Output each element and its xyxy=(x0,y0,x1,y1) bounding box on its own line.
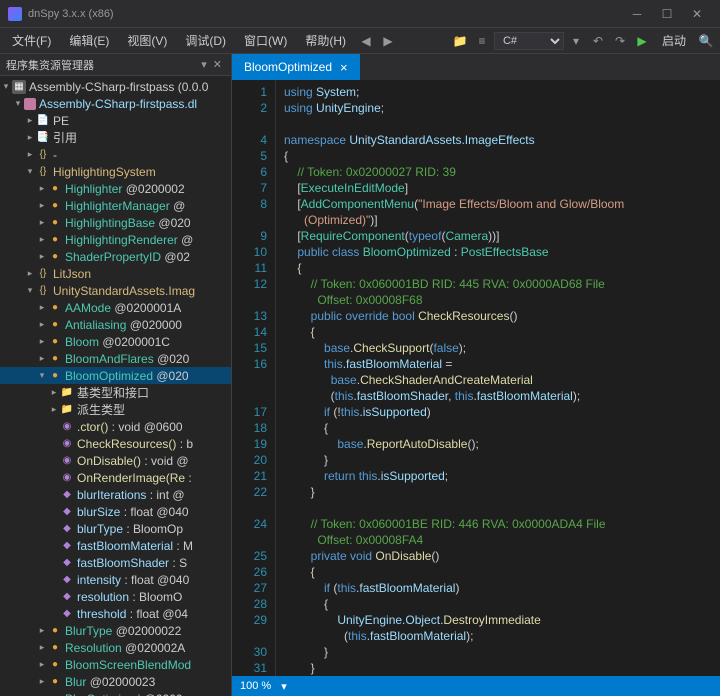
tree-node[interactable]: ◆fastBloomMaterial : M xyxy=(0,537,231,554)
redo-icon[interactable]: ↷ xyxy=(610,31,630,51)
tree-node[interactable]: ▸●BloomScreenBlendMod xyxy=(0,656,231,673)
zoom-level[interactable]: 100 % xyxy=(240,680,271,692)
tree-view[interactable]: ▾▦Assembly-CSharp-firstpass (0.0.0▾Assem… xyxy=(0,76,231,696)
panel-close-icon[interactable]: ✕ xyxy=(210,58,225,71)
close-button[interactable]: ✕ xyxy=(682,4,712,24)
tab-label: BloomOptimized xyxy=(244,60,332,74)
undo-icon[interactable]: ↶ xyxy=(588,31,608,51)
tree-node[interactable]: ▸●AAMode @0200001A xyxy=(0,299,231,316)
titlebar: dnSpy 3.x.x (x86) ─ ☐ ✕ xyxy=(0,0,720,28)
tree-node[interactable]: ◆blurIterations : int @ xyxy=(0,486,231,503)
tree-node[interactable]: ▸{}LitJson xyxy=(0,265,231,282)
assembly-explorer: 程序集资源管理器 ▾ ✕ ▾▦Assembly-CSharp-firstpass… xyxy=(0,54,232,696)
tab-close-icon[interactable]: × xyxy=(340,60,348,75)
tree-node[interactable]: ▸📁派生类型 xyxy=(0,401,231,418)
tree-node[interactable]: ▾{}UnityStandardAssets.Imag xyxy=(0,282,231,299)
menu-debug[interactable]: 调试(D) xyxy=(177,29,234,52)
app-logo xyxy=(8,7,22,21)
maximize-button[interactable]: ☐ xyxy=(652,4,682,24)
menu-window[interactable]: 窗口(W) xyxy=(236,29,295,52)
tree-node[interactable]: ▸●BloomAndFlares @020 xyxy=(0,350,231,367)
panel-dropdown-icon[interactable]: ▾ xyxy=(198,58,210,71)
line-numbers: 1245678910111213141516171819202122242526… xyxy=(232,80,276,676)
tree-node[interactable]: ◉CheckResources() : b xyxy=(0,435,231,452)
tree-node[interactable]: ▸●Bloom @0200001C xyxy=(0,333,231,350)
menubar: 文件(F) 编辑(E) 视图(V) 调试(D) 窗口(W) 帮助(H) ◀ ▶ … xyxy=(0,28,720,54)
list-icon[interactable]: ≡ xyxy=(472,31,492,51)
tree-node[interactable]: ◆blurType : BloomOp xyxy=(0,520,231,537)
tree-node[interactable]: ▸●Resolution @020002A xyxy=(0,639,231,656)
dropdown-icon[interactable]: ▾ xyxy=(566,31,586,51)
tree-node[interactable]: ▸●Highlighter @0200002 xyxy=(0,180,231,197)
tree-node[interactable]: ◉OnDisable() : void @ xyxy=(0,452,231,469)
menu-edit[interactable]: 编辑(E) xyxy=(61,29,117,52)
menu-view[interactable]: 视图(V) xyxy=(119,29,175,52)
tree-node[interactable]: ▸{}- xyxy=(0,146,231,163)
code-editor: BloomOptimized × 12456789101112131415161… xyxy=(232,54,720,696)
window-title: dnSpy 3.x.x (x86) xyxy=(28,8,622,20)
nav-back-icon[interactable]: ◀ xyxy=(356,31,376,51)
nav-fwd-icon[interactable]: ▶ xyxy=(378,31,398,51)
menu-help[interactable]: 帮助(H) xyxy=(297,29,354,52)
tree-node[interactable]: ◆fastBloomShader : S xyxy=(0,554,231,571)
tab-bloom-optimized[interactable]: BloomOptimized × xyxy=(232,54,360,80)
tree-node[interactable]: ▸📑引用 xyxy=(0,129,231,146)
tree-node[interactable]: ▾●BloomOptimized @020 xyxy=(0,367,231,384)
main-area: 程序集资源管理器 ▾ ✕ ▾▦Assembly-CSharp-firstpass… xyxy=(0,54,720,696)
panel-title-text: 程序集资源管理器 xyxy=(6,57,198,73)
language-select[interactable]: C# xyxy=(494,32,564,50)
tree-node[interactable]: ▸●BlurType @02000022 xyxy=(0,622,231,639)
tab-bar: BloomOptimized × xyxy=(232,54,720,80)
tree-node[interactable]: ▸●ShaderPropertyID @02 xyxy=(0,248,231,265)
tree-node[interactable]: ◆resolution : BloomO xyxy=(0,588,231,605)
tree-node[interactable]: ◆threshold : float @04 xyxy=(0,605,231,622)
statusbar: 100 % ▾ xyxy=(232,676,720,696)
code-area[interactable]: 1245678910111213141516171819202122242526… xyxy=(232,80,720,676)
tree-node[interactable]: ▸📄PE xyxy=(0,112,231,129)
tree-node[interactable]: ◆blurSize : float @040 xyxy=(0,503,231,520)
tree-node[interactable]: ▾▦Assembly-CSharp-firstpass (0.0.0 xyxy=(0,78,231,95)
tree-node[interactable]: ▸●HighlighterManager @ xyxy=(0,197,231,214)
tree-node[interactable]: ◆intensity : float @040 xyxy=(0,571,231,588)
zoom-dropdown-icon[interactable]: ▾ xyxy=(281,680,287,693)
search-icon[interactable]: 🔍 xyxy=(696,31,716,51)
tree-node[interactable]: ▸●BlurOptimized @0200 xyxy=(0,690,231,696)
source-text[interactable]: using System;using UnityEngine; namespac… xyxy=(276,80,720,676)
folder-open-icon[interactable]: 📁 xyxy=(450,31,470,51)
tree-node[interactable]: ▸●HighlightingRenderer @ xyxy=(0,231,231,248)
tree-node[interactable]: ◉OnRenderImage(Re : xyxy=(0,469,231,486)
tree-node[interactable]: ▾{}HighlightingSystem xyxy=(0,163,231,180)
play-icon[interactable]: ▶ xyxy=(632,31,652,51)
tree-node[interactable]: ▸📁基类型和接口 xyxy=(0,384,231,401)
tree-node[interactable]: ◉.ctor() : void @0600 xyxy=(0,418,231,435)
run-button[interactable]: 启动 xyxy=(654,29,694,52)
minimize-button[interactable]: ─ xyxy=(622,4,652,24)
tree-node[interactable]: ▸●HighlightingBase @020 xyxy=(0,214,231,231)
tree-node[interactable]: ▸●Antialiasing @020000 xyxy=(0,316,231,333)
tree-node[interactable]: ▸●Blur @02000023 xyxy=(0,673,231,690)
tree-node[interactable]: ▾Assembly-CSharp-firstpass.dl xyxy=(0,95,231,112)
panel-header: 程序集资源管理器 ▾ ✕ xyxy=(0,54,231,76)
menu-file[interactable]: 文件(F) xyxy=(4,29,59,52)
